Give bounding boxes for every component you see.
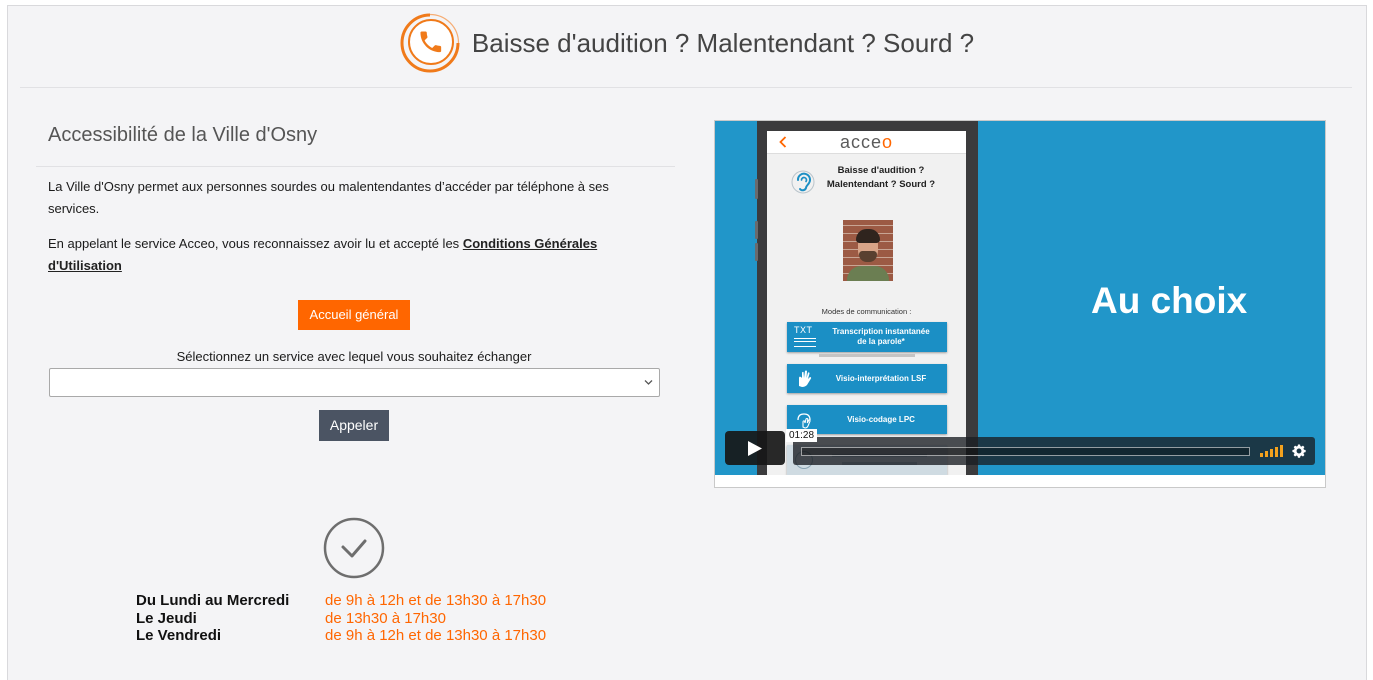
app-modes-label: Modes de communication :: [821, 307, 912, 316]
play-icon: [748, 441, 762, 456]
app-heading: Baisse d'audition ? Malentendant ? Sourd…: [813, 164, 949, 192]
cued-speech-icon: [797, 413, 811, 429]
video-timecode: 01:28: [786, 429, 818, 442]
chevron-left-icon: [779, 136, 787, 148]
volume-bar: [1270, 449, 1273, 457]
app-header: acceo: [767, 131, 966, 154]
volume-bars-icon[interactable]: [1260, 445, 1284, 457]
hours-time: de 9h à 12h et de 13h30 à 17h30: [325, 592, 547, 609]
app-mode-label: Visio-codage LPC: [819, 405, 943, 434]
chevron-down-icon: [644, 380, 653, 385]
video-headline: Au choix: [1091, 280, 1248, 321]
volume-bar: [1275, 447, 1278, 457]
txt-icon-lines: [794, 338, 816, 347]
app-logo: acceo: [767, 131, 966, 153]
opening-hours: Du Lundi au Mercredi de 9h à 12h et de 1…: [136, 592, 546, 645]
app-mode-label-line: Transcription instantanée: [832, 327, 930, 336]
app-profile-photo: [843, 220, 893, 281]
video-progress-bar[interactable]: [801, 447, 1250, 456]
volume-bar: [1265, 451, 1268, 457]
hours-time: de 9h à 12h et de 13h30 à 17h30: [325, 627, 547, 644]
hours-days: Le Vendredi: [136, 627, 222, 644]
phone-side-button: [755, 221, 758, 239]
header-divider: [20, 87, 1352, 88]
service-select[interactable]: [49, 368, 660, 397]
app-heading-line: Malentendant ? Sourd ?: [826, 179, 936, 190]
check-circle-icon: [323, 517, 385, 579]
general-reception-button[interactable]: Accueil général: [298, 300, 410, 330]
terms-text: En appelant le service Acceo, vous recon…: [48, 233, 648, 277]
hours-days: Le Jeudi: [136, 609, 197, 627]
app-mode-label-line: de la parole*: [857, 337, 905, 346]
app-logo-text: acce: [839, 132, 882, 152]
section-divider: [36, 166, 675, 167]
volume-bar: [1260, 453, 1263, 457]
phone-screen: acceo Baisse d'audition ? Malentendant ?…: [767, 131, 966, 475]
app-mode-sign-language: Visio-interprétation LSF: [787, 364, 947, 393]
app-mode-label-line: Visio-interprétation LSF: [835, 373, 927, 383]
txt-icon-label: TXT: [794, 325, 813, 335]
app-mode-label: Visio-interprétation LSF: [819, 364, 943, 393]
gear-icon[interactable]: [1292, 444, 1306, 458]
app-heading-line: Baisse d'audition ?: [837, 165, 925, 176]
app-mode-label-line: Visio-codage LPC: [847, 414, 915, 424]
play-button[interactable]: [725, 431, 785, 465]
volume-bar: [1280, 445, 1283, 457]
photo-hair: [856, 229, 880, 243]
page: Baisse d'audition ? Malentendant ? Sourd…: [0, 0, 1373, 680]
phone-side-button: [755, 243, 758, 261]
section-title: Accessibilité de la Ville d'Osny: [48, 124, 318, 146]
terms-prefix: En appelant le service Acceo, vous recon…: [48, 236, 460, 251]
photo-shirt: [847, 266, 889, 281]
video-control-bar: [793, 437, 1315, 465]
service-select-label: Sélectionnez un service avec lequel vous…: [176, 349, 532, 364]
phone-side-button: [755, 179, 758, 199]
app-mode-transcription: TXT Transcription instantanée de la paro…: [787, 322, 947, 352]
header: Baisse d'audition ? Malentendant ? Sourd…: [0, 12, 1373, 74]
photo-beard: [859, 251, 877, 262]
ear-icon: [791, 170, 815, 194]
app-mode-label: Transcription instantanée de la parole*: [819, 322, 943, 352]
video-player: acceo Baisse d'audition ? Malentendant ?…: [714, 120, 1326, 488]
phone-circle-icon: [400, 13, 460, 73]
hours-row: Le Vendredi de 9h à 12h et de 13h30 à 17…: [136, 627, 546, 645]
hours-row: Le Jeudi de 13h30 à 17h30: [136, 610, 546, 628]
intro-text: La Ville d'Osny permet aux personnes sou…: [48, 179, 609, 216]
sign-language-hand-icon: [799, 370, 812, 387]
page-title: Baisse d'audition ? Malentendant ? Sourd…: [471, 28, 975, 58]
hours-time: de 13h30 à 17h30: [325, 609, 446, 627]
call-button[interactable]: Appeler: [319, 410, 389, 441]
app-footnote: [819, 354, 915, 357]
video-frame[interactable]: acceo Baisse d'audition ? Malentendant ?…: [715, 121, 1325, 475]
app-logo-accent: o: [882, 132, 894, 152]
txt-icon: TXT: [794, 325, 818, 349]
hours-row: Du Lundi au Mercredi de 9h à 12h et de 1…: [136, 592, 546, 610]
hours-days: Du Lundi au Mercredi: [136, 592, 290, 609]
